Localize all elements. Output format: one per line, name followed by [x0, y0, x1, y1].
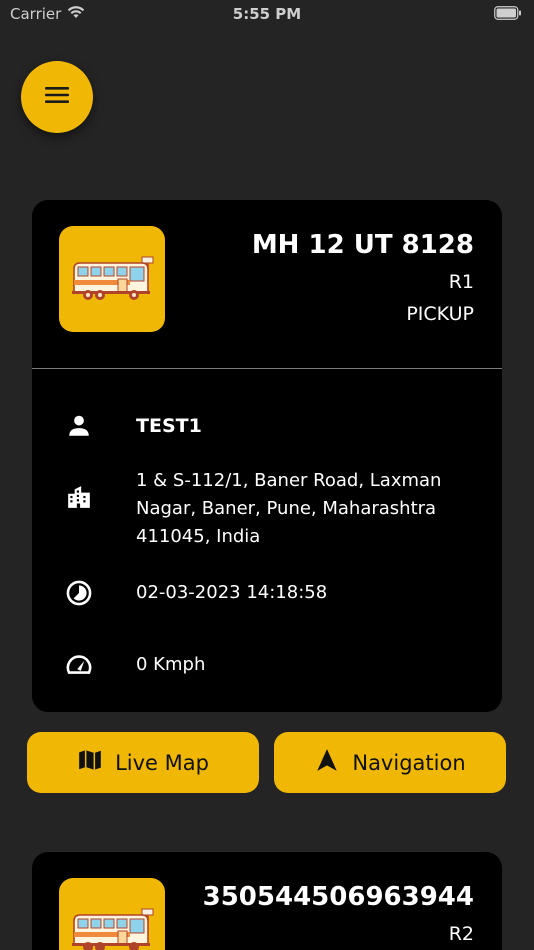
last-update-time: 02-03-2023 14:18:58 — [136, 582, 328, 603]
navigation-label: Navigation — [352, 750, 466, 775]
route-label: R2 — [448, 923, 474, 945]
driver-name: TEST1 — [136, 415, 202, 437]
vehicle-speed: 0 Kmph — [136, 654, 206, 675]
clock-icon — [65, 579, 93, 607]
vehicle-address: 1 & S-112/1, Baner Road, Laxman Nagar, B… — [136, 470, 442, 547]
card-divider — [32, 368, 502, 369]
navigation-arrow-icon — [314, 747, 340, 778]
hamburger-icon — [44, 85, 70, 109]
map-icon — [77, 747, 103, 778]
vehicle-list-screen: Carrier 5:55 PM MH 12 UT 8128 R1 PICKUP … — [0, 0, 534, 950]
vehicle-card[interactable]: 350544506963944 R2 — [32, 852, 502, 950]
status-time: 5:55 PM — [232, 5, 302, 23]
status-bar: Carrier 5:55 PM — [0, 0, 534, 28]
live-map-label: Live Map — [115, 750, 209, 775]
battery-icon — [494, 6, 522, 24]
bus-icon — [59, 226, 165, 332]
live-map-button[interactable]: Live Map — [27, 732, 259, 793]
bus-icon — [59, 878, 165, 950]
person-icon — [65, 412, 93, 440]
vehicle-card[interactable]: MH 12 UT 8128 R1 PICKUP TEST1 1 & S-112/… — [32, 200, 502, 712]
building-icon — [65, 483, 93, 511]
speedometer-icon — [65, 651, 93, 679]
vehicle-plate: 350544506963944 — [202, 882, 474, 912]
navigation-button[interactable]: Navigation — [274, 732, 506, 793]
trip-type-label: PICKUP — [406, 303, 474, 325]
menu-button[interactable] — [21, 61, 93, 133]
vehicle-plate: MH 12 UT 8128 — [251, 230, 474, 260]
route-label: R1 — [448, 271, 474, 293]
